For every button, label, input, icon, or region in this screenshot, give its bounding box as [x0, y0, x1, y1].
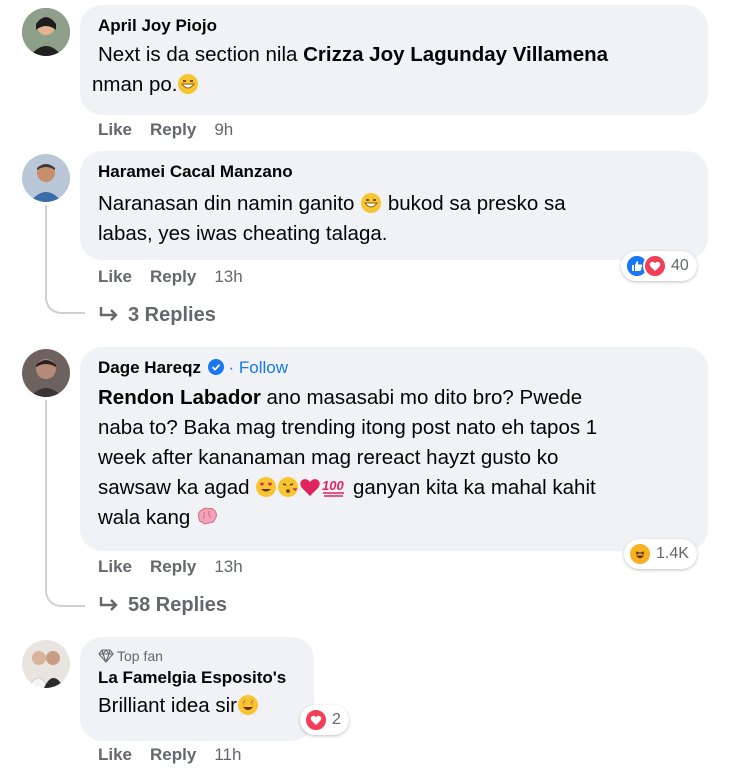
heart-icon — [643, 254, 667, 278]
avatar-image — [22, 154, 70, 202]
heart-icon — [304, 708, 328, 732]
like-button[interactable]: Like — [98, 267, 132, 287]
avatar-image — [22, 8, 70, 56]
reply-button[interactable]: Reply — [150, 745, 196, 765]
view-replies-link[interactable]: 58 Replies — [98, 594, 227, 617]
avatar[interactable] — [22, 640, 70, 688]
reaction-count: 40 — [671, 257, 689, 274]
comment-text: Next is da section nila Crizza Joy Lagun… — [92, 43, 609, 96]
comment-actions: Like Reply 13h — [98, 557, 261, 577]
comment-author[interactable]: April Joy Piojo — [98, 15, 690, 37]
kissing-heart-emoji-icon — [278, 477, 299, 497]
comment-bubble: Haramei Cacal Manzano Naranasan din nami… — [80, 151, 708, 260]
reply-button[interactable]: Reply — [150, 120, 196, 140]
view-replies-link[interactable]: 3 Replies — [98, 304, 216, 327]
reaction-summary[interactable]: 1.4K — [624, 539, 697, 569]
hundred-points-emoji-icon: 100 — [322, 478, 345, 497]
reaction-summary[interactable]: 2 — [300, 705, 349, 735]
reply-arrow-icon — [99, 597, 118, 611]
comment-actions: Like Reply 11h — [98, 745, 259, 765]
comment-actions: Like Reply 13h — [98, 267, 261, 287]
reaction-count: 1.4K — [656, 545, 689, 562]
comment-actions: Like Reply 9h — [98, 120, 251, 140]
thread-line — [45, 205, 85, 314]
timestamp[interactable]: 11h — [214, 745, 241, 765]
reply-arrow-icon — [99, 307, 118, 321]
avatar[interactable] — [22, 8, 70, 56]
diamond-icon — [98, 649, 114, 664]
mention-link[interactable]: Rendon Labador — [98, 386, 261, 409]
grinning-sweat-emoji-icon — [361, 193, 382, 213]
svg-text:100: 100 — [322, 478, 344, 493]
like-button[interactable]: Like — [98, 745, 132, 765]
comment-author[interactable]: Dage Hareqz — [98, 358, 201, 377]
reply-button[interactable]: Reply — [150, 267, 196, 287]
timestamp[interactable]: 13h — [214, 557, 242, 577]
avatar[interactable] — [22, 349, 70, 397]
comment-text: Naranasan din namin ganito bukod sa pres… — [98, 192, 566, 245]
brain-emoji-icon — [197, 507, 218, 525]
reaction-count: 2 — [332, 711, 341, 728]
grinning-sweat-emoji-icon — [178, 74, 199, 94]
star-struck-emoji-icon — [238, 695, 258, 715]
like-button[interactable]: Like — [98, 557, 132, 577]
mention-link[interactable]: Crizza Joy Lagunday Villamena — [303, 43, 608, 66]
follow-button[interactable]: Follow — [239, 358, 288, 377]
avatar[interactable] — [22, 154, 70, 202]
comment-text: Brilliant idea sir — [98, 691, 296, 721]
thread-line — [45, 400, 85, 607]
comment-bubble: Dage Hareqz · Follow Rendon Labador ano … — [80, 347, 708, 551]
top-fan-badge: Top fan — [98, 647, 296, 665]
avatar-image — [22, 640, 70, 688]
haha-icon — [628, 542, 652, 566]
verified-badge-icon — [207, 359, 224, 375]
comment-author[interactable]: La Famelgia Esposito's — [98, 667, 296, 689]
like-button[interactable]: Like — [98, 120, 132, 140]
reply-button[interactable]: Reply — [150, 557, 196, 577]
timestamp[interactable]: 9h — [214, 120, 233, 140]
comment-bubble: April Joy Piojo Next is da section nila … — [80, 5, 708, 115]
avatar-image — [22, 349, 70, 397]
heart-eyes-emoji-icon — [256, 477, 277, 497]
red-heart-emoji-icon — [300, 479, 320, 496]
comment-bubble: Top fan La Famelgia Esposito's Brilliant… — [80, 637, 314, 741]
comment-author[interactable]: Haramei Cacal Manzano — [98, 161, 690, 183]
reaction-summary[interactable]: 40 — [621, 251, 697, 281]
comment-author-row: Dage Hareqz · Follow — [98, 358, 288, 377]
comment-text: Rendon Labador ano masasabi mo dito bro?… — [98, 386, 598, 529]
timestamp[interactable]: 13h — [214, 267, 242, 287]
